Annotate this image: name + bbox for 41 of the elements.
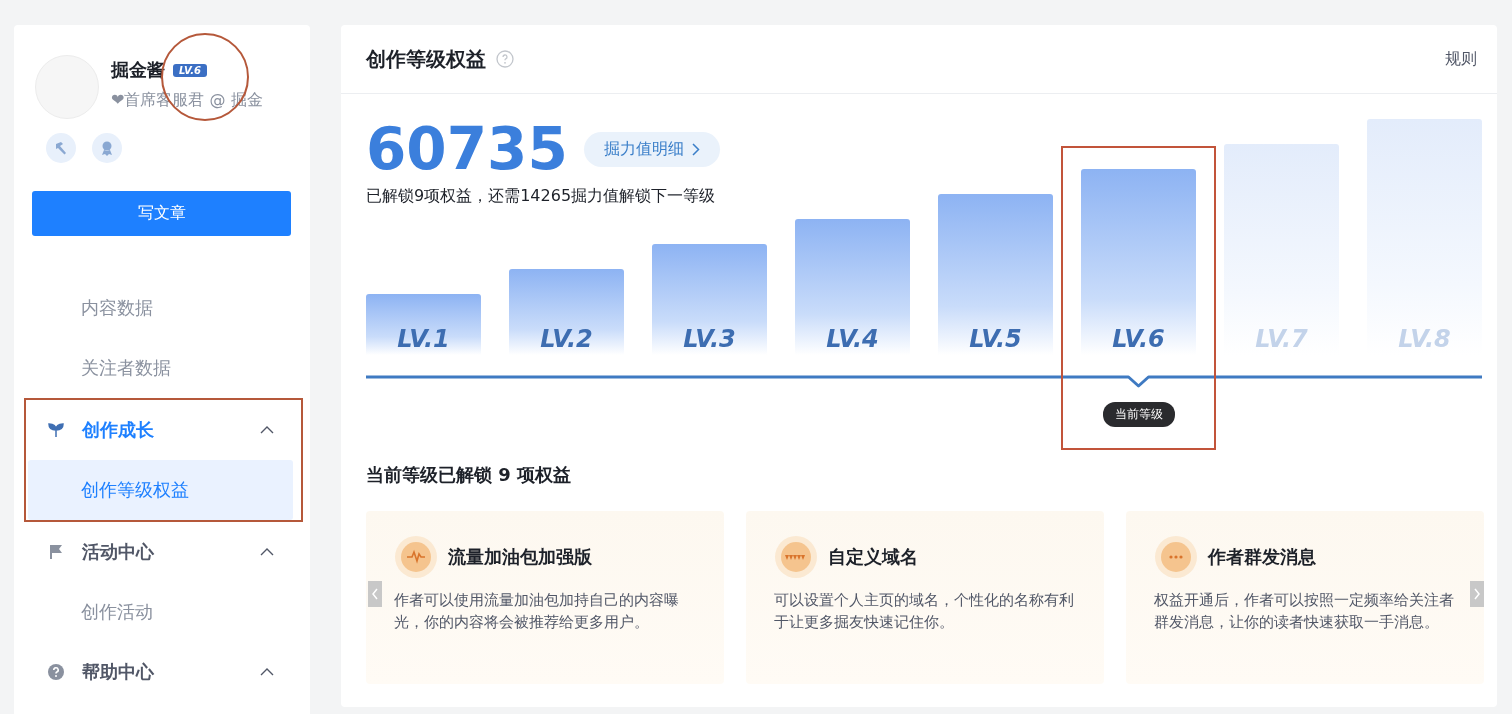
level-bar: LV.2: [509, 269, 624, 355]
benefit-title: 自定义域名: [828, 545, 918, 569]
sprout-icon: [48, 422, 64, 438]
nav-item[interactable]: 创作等级权益: [28, 460, 293, 520]
level-badge: LV.6: [173, 63, 207, 77]
section-title: 当前等级已解锁 9 项权益: [366, 463, 573, 487]
flag-icon: [48, 544, 64, 560]
score-value: 60735: [366, 116, 568, 182]
page-title: 创作等级权益: [366, 45, 486, 73]
nav-item[interactable]: 创作活动: [28, 582, 293, 642]
current-level-tag: 当前等级: [1102, 402, 1175, 427]
benefit-title: 作者群发消息: [1208, 545, 1316, 569]
rules-link[interactable]: 规则: [1445, 48, 1477, 70]
score-detail-button[interactable]: 掘力值明细: [583, 131, 720, 167]
caret-icon[interactable]: [260, 548, 274, 556]
benefit-description: 权益开通后，作者可以按照一定频率给关注者群发消息，让你的读者快速获取一手消息。: [1154, 590, 1455, 633]
level-bar: LV.1: [366, 294, 481, 355]
benefit-title: 流量加油包加强版: [448, 545, 592, 569]
benefit-description: 可以设置个人主页的域名，个性化的名称有利于让更多掘友快速记住你。: [774, 590, 1075, 633]
waveform-icon: [394, 535, 438, 579]
benefit-description: 作者可以使用流量加油包加持自己的内容曝光，你的内容将会被推荐给更多用户。: [394, 590, 680, 633]
caret-icon[interactable]: [260, 426, 274, 434]
medal-icon[interactable]: [92, 133, 122, 163]
chat-icon: [1154, 535, 1198, 579]
level-bar: LV.4: [795, 219, 910, 355]
www-icon: [774, 535, 818, 579]
progress-summary: 已解锁9项权益，还需14265掘力值解锁下一等级: [366, 186, 717, 207]
caret-icon[interactable]: [260, 668, 274, 676]
help-icon: [48, 664, 64, 680]
help-icon[interactable]: [496, 50, 514, 68]
level-bar: LV.5: [938, 194, 1053, 355]
hammer-icon[interactable]: [46, 133, 76, 163]
nav-group[interactable]: 帮助中心: [14, 642, 310, 702]
level-bar: LV.6: [1081, 169, 1196, 355]
nav-group[interactable]: 创作成长: [26, 400, 301, 460]
level-bar: LV.3: [652, 244, 767, 355]
chevron-icon: [691, 142, 700, 156]
nav-item[interactable]: 关注者数据: [28, 338, 293, 398]
nav-item[interactable]: 内容数据: [28, 278, 293, 338]
write-article-button[interactable]: 写文章: [32, 191, 291, 236]
nav-group[interactable]: 活动中心: [14, 522, 310, 582]
